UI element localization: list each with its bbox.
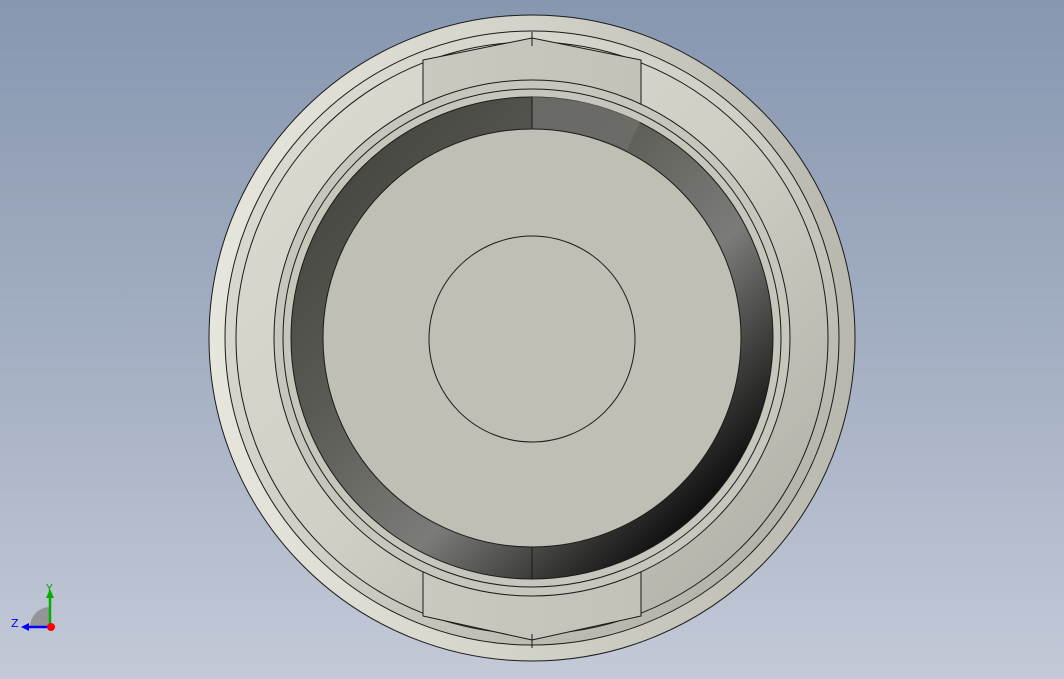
coordinate-triad[interactable]: Y Z	[0, 570, 80, 650]
part-model[interactable]	[0, 0, 1064, 679]
triad-base-arc	[30, 607, 50, 627]
z-axis-label: Z	[11, 617, 19, 630]
x-axis-point-icon	[47, 623, 55, 631]
z-axis-arrow-icon	[21, 623, 29, 631]
center-bore	[428, 235, 636, 443]
cad-viewport[interactable]: Y Z	[0, 0, 1064, 679]
y-axis-label: Y	[45, 582, 53, 595]
